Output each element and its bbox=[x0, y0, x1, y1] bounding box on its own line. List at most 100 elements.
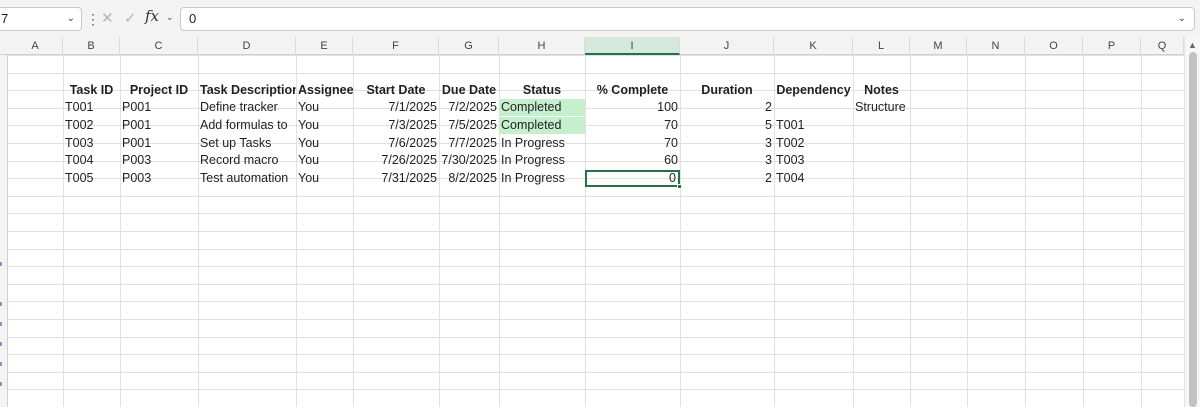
table-cell[interactable]: You bbox=[296, 117, 353, 134]
chevron-down-icon[interactable]: ⌄ bbox=[166, 12, 174, 23]
gridline-horizontal bbox=[8, 337, 1184, 338]
close-icon[interactable]: ✕ bbox=[101, 9, 114, 27]
table-cell[interactable]: T001 bbox=[774, 117, 853, 134]
table-cell[interactable]: You bbox=[296, 152, 353, 169]
column-header-o[interactable]: O bbox=[1025, 37, 1083, 55]
table-cell[interactable] bbox=[853, 170, 910, 187]
table-cell[interactable]: T004 bbox=[63, 152, 120, 169]
column-header-l[interactable]: L bbox=[853, 37, 910, 55]
table-cell[interactable]: Record macro bbox=[198, 152, 296, 169]
table-cell[interactable]: P003 bbox=[120, 170, 198, 187]
header-cell-task-id[interactable]: Task ID bbox=[63, 82, 120, 99]
table-cell[interactable]: You bbox=[296, 99, 353, 116]
table-cell[interactable]: 5 bbox=[680, 117, 774, 134]
table-cell[interactable]: P003 bbox=[120, 152, 198, 169]
table-cell[interactable]: Set up Tasks bbox=[198, 135, 296, 152]
chevron-up-icon[interactable]: ▲ bbox=[1188, 40, 1197, 50]
table-cell[interactable]: Completed bbox=[499, 117, 585, 134]
table-cell[interactable]: In Progress bbox=[499, 152, 585, 169]
header-cell-assignee[interactable]: Assignee bbox=[296, 82, 353, 99]
table-cell[interactable]: You bbox=[296, 170, 353, 187]
header-cell-notes[interactable]: Notes bbox=[853, 82, 910, 99]
table-cell[interactable]: Define tracker bbox=[198, 99, 296, 116]
table-cell[interactable]: Add formulas to bbox=[198, 117, 296, 134]
chevron-down-icon[interactable]: ⌄ bbox=[1178, 8, 1186, 30]
table-cell[interactable]: 8/2/2025 bbox=[439, 170, 499, 187]
column-header-m[interactable]: M bbox=[910, 37, 967, 55]
table-cell[interactable] bbox=[774, 99, 853, 116]
table-cell[interactable]: T005 bbox=[63, 170, 120, 187]
header-cell-status[interactable]: Status bbox=[499, 82, 585, 99]
header-cell-start-date[interactable]: Start Date bbox=[353, 82, 439, 99]
table-cell[interactable]: 7/30/2025 bbox=[439, 152, 499, 169]
column-header-d[interactable]: D bbox=[198, 37, 296, 55]
table-cell[interactable]: T001 bbox=[63, 99, 120, 116]
chevron-down-icon[interactable]: ⌄ bbox=[67, 8, 75, 30]
table-cell[interactable]: P001 bbox=[120, 99, 198, 116]
table-cell[interactable] bbox=[853, 117, 910, 134]
table-cell[interactable]: 70 bbox=[585, 117, 680, 134]
fx-icon[interactable]: fx bbox=[145, 7, 159, 25]
column-header-i[interactable]: I bbox=[585, 37, 680, 55]
table-cell[interactable]: 7/26/2025 bbox=[353, 152, 439, 169]
header-cell-dependency[interactable]: Dependency bbox=[774, 82, 853, 99]
column-header-c[interactable]: C bbox=[120, 37, 198, 55]
table-cell[interactable]: In Progress bbox=[499, 135, 585, 152]
column-header-p[interactable]: P bbox=[1083, 37, 1141, 55]
table-cell[interactable]: 60 bbox=[585, 152, 680, 169]
column-header-e[interactable]: E bbox=[296, 37, 353, 55]
table-cell[interactable]: T003 bbox=[774, 152, 853, 169]
formula-input[interactable]: 0 ⌄ bbox=[180, 7, 1195, 31]
active-cell[interactable]: 0 bbox=[585, 170, 680, 187]
worksheet-grid[interactable]: Task ID Project ID Task Description Assigne… bbox=[0, 55, 1184, 407]
table-cell[interactable]: 2 bbox=[680, 99, 774, 116]
table-cell[interactable]: In Progress bbox=[499, 170, 585, 187]
table-cell[interactable]: 7/6/2025 bbox=[353, 135, 439, 152]
gridline-horizontal bbox=[8, 213, 1184, 214]
header-cell-duration[interactable]: Duration bbox=[680, 82, 774, 99]
table-cell[interactable]: P001 bbox=[120, 117, 198, 134]
table-cell[interactable]: Completed bbox=[499, 99, 585, 116]
header-cell-complete[interactable]: % Complete bbox=[585, 82, 680, 99]
column-header-j[interactable]: J bbox=[680, 37, 774, 55]
table-cell[interactable]: T002 bbox=[63, 117, 120, 134]
column-header-a[interactable]: A bbox=[8, 37, 63, 55]
table-cell[interactable]: 7/5/2025 bbox=[439, 117, 499, 134]
table-cell[interactable]: 3 bbox=[680, 152, 774, 169]
column-header-g[interactable]: G bbox=[439, 37, 499, 55]
table-cell[interactable]: Structure bbox=[853, 99, 910, 116]
table-cell[interactable]: 2 bbox=[680, 170, 774, 187]
header-cell-task-description[interactable]: Task Description bbox=[198, 82, 296, 99]
gridline-horizontal bbox=[8, 249, 1184, 250]
table-cell[interactable]: 7/1/2025 bbox=[353, 99, 439, 116]
column-header-k[interactable]: K bbox=[774, 37, 853, 55]
column-header-q[interactable]: Q bbox=[1141, 37, 1184, 55]
table-cell[interactable]: 3 bbox=[680, 135, 774, 152]
table-cell[interactable]: Test automation bbox=[198, 170, 296, 187]
more-options-icon[interactable]: ⋮ bbox=[86, 10, 100, 28]
formula-value: 0 bbox=[189, 11, 197, 26]
table-cell[interactable]: 70 bbox=[585, 135, 680, 152]
table-cell[interactable]: You bbox=[296, 135, 353, 152]
table-cell[interactable]: 7/31/2025 bbox=[353, 170, 439, 187]
column-header-f[interactable]: F bbox=[353, 37, 439, 55]
vertical-scrollbar[interactable]: ▲ bbox=[1184, 37, 1200, 407]
table-cell[interactable]: 100 bbox=[585, 99, 680, 116]
header-cell-project-id[interactable]: Project ID bbox=[120, 82, 198, 99]
column-header-n[interactable]: N bbox=[967, 37, 1025, 55]
table-cell[interactable]: P001 bbox=[120, 135, 198, 152]
table-cell[interactable]: 7/7/2025 bbox=[439, 135, 499, 152]
table-cell[interactable] bbox=[853, 152, 910, 169]
table-cell[interactable] bbox=[853, 135, 910, 152]
table-cell[interactable]: T002 bbox=[774, 135, 853, 152]
table-cell[interactable]: 7/2/2025 bbox=[439, 99, 499, 116]
table-cell[interactable]: 7/3/2025 bbox=[353, 117, 439, 134]
scrollbar-thumb[interactable] bbox=[1189, 52, 1197, 407]
column-header-b[interactable]: B bbox=[63, 37, 120, 55]
header-cell-due-date[interactable]: Due Date bbox=[439, 82, 499, 99]
column-header-h[interactable]: H bbox=[499, 37, 585, 55]
name-box[interactable]: 7 ⌄ bbox=[0, 7, 82, 31]
table-cell[interactable]: T003 bbox=[63, 135, 120, 152]
table-cell[interactable]: T004 bbox=[774, 170, 853, 187]
check-icon[interactable]: ✓ bbox=[124, 9, 137, 27]
